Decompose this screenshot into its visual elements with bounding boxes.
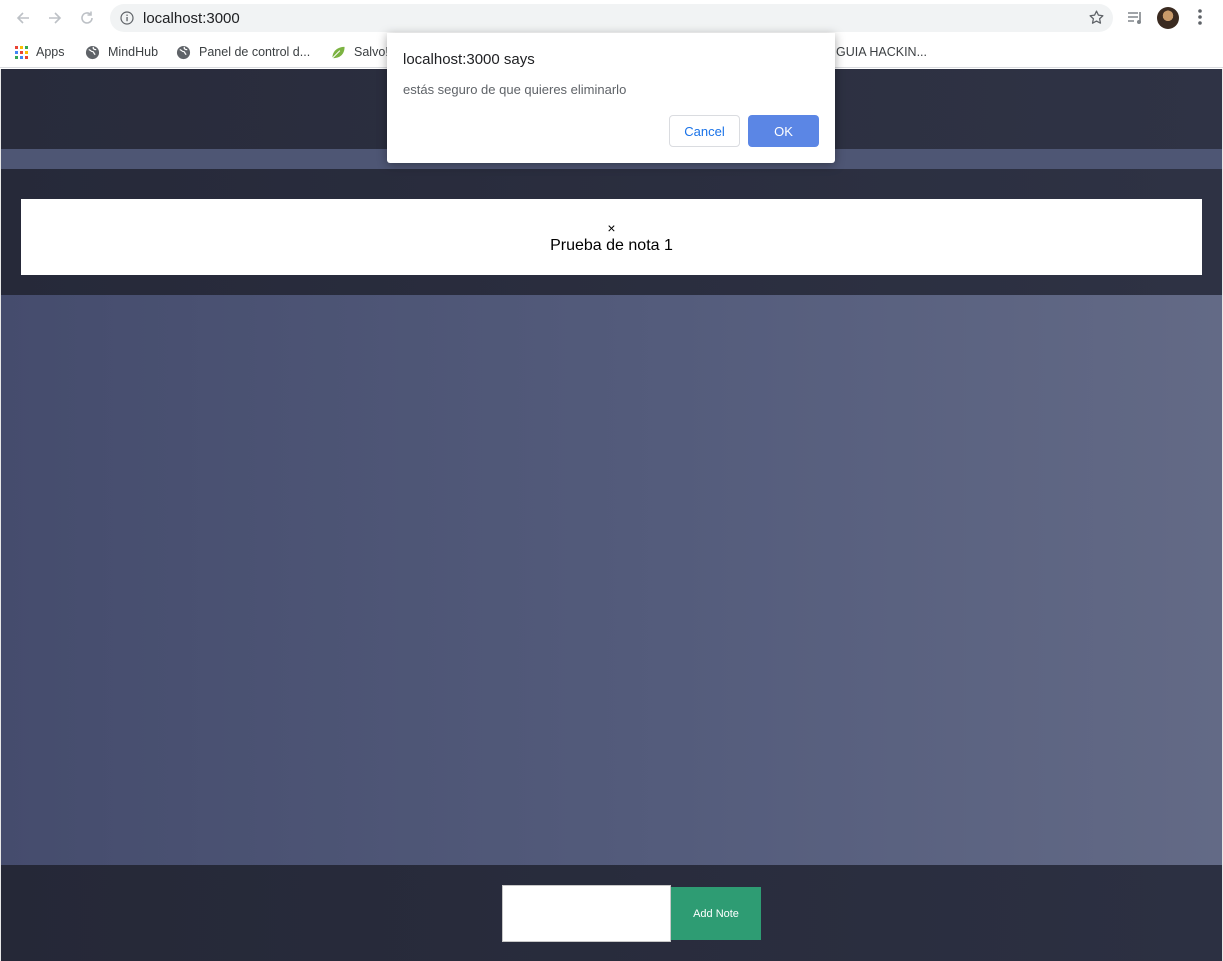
back-button[interactable] — [11, 6, 35, 30]
profile-avatar[interactable] — [1157, 7, 1179, 29]
url-text[interactable]: localhost:3000 — [143, 10, 240, 27]
browser-toolbar: localhost:3000 — [0, 0, 1223, 36]
bookmark-label: MindHub — [108, 45, 159, 59]
cancel-button[interactable]: Cancel — [669, 115, 740, 147]
bookmark-apps[interactable]: Apps — [15, 43, 65, 61]
main-area — [0, 295, 1223, 865]
info-icon[interactable] — [120, 11, 134, 25]
globe-icon — [85, 45, 100, 60]
app-page: × Prueba de nota 1 Add Note — [0, 69, 1223, 961]
bookmark-label: Panel de control d... — [199, 45, 311, 59]
address-bar[interactable]: localhost:3000 — [110, 4, 1113, 32]
dialog-title: localhost:3000 says — [403, 51, 535, 68]
bookmark-label: GUIA HACKIN... — [836, 45, 927, 59]
ok-button[interactable]: OK — [748, 115, 819, 147]
kebab-menu-icon[interactable] — [1193, 6, 1207, 28]
bookmark-guia-hacking[interactable]: GUIA HACKIN... — [836, 43, 927, 61]
forward-arrow-icon — [49, 12, 62, 24]
bookmark-mindhub[interactable]: MindHub — [85, 43, 158, 61]
reload-button[interactable] — [75, 6, 99, 30]
note-form: Add Note — [0, 865, 1223, 961]
bookmark-label: Salvo! — [354, 45, 389, 59]
note-card: × Prueba de nota 1 — [21, 199, 1202, 275]
notes-list: × Prueba de nota 1 — [0, 169, 1223, 295]
confirm-dialog: localhost:3000 says estás seguro de que … — [387, 33, 835, 163]
back-arrow-icon — [16, 12, 29, 24]
note-input[interactable] — [502, 885, 671, 942]
bookmark-panel-de-control[interactable]: Panel de control d... — [176, 43, 310, 61]
window-edge-left — [0, 69, 1, 961]
media-queue-icon[interactable] — [1126, 6, 1144, 28]
delete-note-button[interactable]: × — [21, 221, 1202, 235]
forward-button[interactable] — [43, 6, 67, 30]
dialog-message: estás seguro de que quieres eliminarlo — [403, 82, 627, 97]
globe-icon — [176, 45, 191, 60]
bookmark-label: Apps — [36, 45, 65, 59]
bookmark-salvo[interactable]: Salvo! — [330, 43, 389, 61]
star-icon[interactable] — [1088, 9, 1105, 26]
apps-grid-icon — [15, 45, 28, 59]
add-note-button[interactable]: Add Note — [671, 887, 761, 940]
close-icon[interactable]: × — [607, 221, 615, 235]
leaf-icon — [330, 45, 346, 60]
note-text: Prueba de nota 1 — [550, 237, 673, 254]
reload-icon — [81, 11, 93, 24]
